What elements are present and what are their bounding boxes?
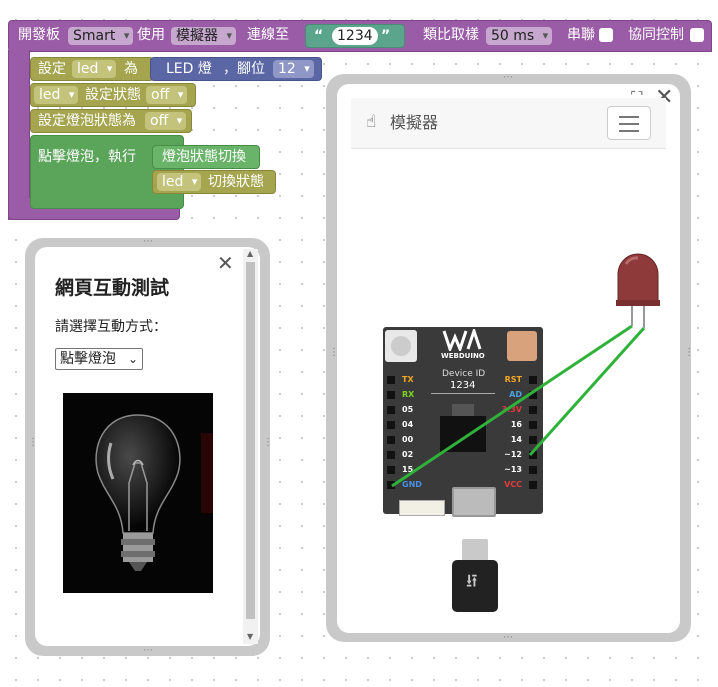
use-label: 使用 bbox=[137, 27, 165, 43]
simulator-bottom-grip[interactable]: ⋯ bbox=[503, 633, 513, 643]
wire-12 bbox=[528, 326, 646, 457]
simulator-top-grip[interactable]: ⋯ bbox=[503, 73, 513, 83]
state-var-dropdown[interactable]: led bbox=[34, 86, 79, 104]
pin-dropdown[interactable]: 12 bbox=[273, 60, 314, 78]
led-rim bbox=[616, 300, 660, 306]
hamburger-icon bbox=[619, 116, 639, 132]
switch-icon[interactable] bbox=[399, 500, 445, 516]
interaction-top-grip[interactable]: ⋯ bbox=[143, 237, 153, 247]
device-id-input[interactable]: 1234 bbox=[332, 27, 378, 45]
usb-icon: ⭿ bbox=[466, 571, 478, 592]
mode-dropdown[interactable]: 模擬器 bbox=[171, 27, 236, 45]
board-block-body bbox=[8, 50, 30, 220]
collab-label: 協同控制 bbox=[628, 27, 684, 43]
select-chevron-down-icon: ⌄ bbox=[127, 352, 138, 366]
collab-checkbox[interactable] bbox=[690, 28, 704, 42]
toggle-var-dropdown[interactable]: led bbox=[157, 173, 202, 191]
usb-cable-connector[interactable]: ⭿ bbox=[452, 560, 498, 612]
connect-label: 連線至 bbox=[247, 27, 289, 43]
simulator-left-grip[interactable]: ⋮ bbox=[329, 348, 339, 358]
light-bulb-image[interactable] bbox=[63, 393, 213, 593]
bulb-state-dropdown[interactable]: off bbox=[145, 112, 187, 130]
wiring-svg bbox=[391, 253, 660, 488]
interaction-bottom-grip[interactable]: ⋯ bbox=[143, 646, 153, 656]
set-var-dropdown[interactable]: led bbox=[72, 60, 117, 78]
board-type-dropdown[interactable]: Smart bbox=[68, 27, 134, 45]
scroll-thumb[interactable] bbox=[246, 262, 255, 619]
serial-label: 串聯 bbox=[567, 27, 595, 43]
toggle-action-label: 切換狀態 bbox=[208, 174, 264, 190]
toggle-label: 燈泡狀態切換 bbox=[162, 149, 246, 165]
serial-checkbox[interactable] bbox=[599, 28, 613, 42]
scroll-up-icon[interactable]: ▲ bbox=[247, 249, 253, 258]
interaction-right-grip[interactable]: ⋮ bbox=[263, 438, 273, 448]
interaction-left-grip[interactable]: ⋮ bbox=[28, 438, 38, 448]
pointer-hand-icon: ☝ bbox=[366, 112, 377, 132]
interaction-title: 網頁互動測試 bbox=[55, 277, 170, 299]
click-event-label: 點擊燈泡，執行 bbox=[38, 149, 136, 165]
interaction-scrollbar[interactable]: ▲ ▼ bbox=[243, 249, 258, 644]
state-value-dropdown[interactable]: off bbox=[146, 86, 188, 104]
simulator-right-grip[interactable]: ⋮ bbox=[684, 348, 694, 358]
state-label: 設定狀態 bbox=[85, 87, 141, 103]
as-label: 為 bbox=[124, 61, 138, 77]
set-label: 設定 bbox=[38, 61, 66, 77]
sample-rate-dropdown[interactable]: 50 ms bbox=[486, 27, 553, 45]
menu-button[interactable] bbox=[607, 106, 651, 140]
open-quote-icon: “ bbox=[314, 28, 324, 44]
sample-label: 類比取樣 bbox=[423, 27, 479, 43]
scroll-down-icon[interactable]: ▼ bbox=[247, 632, 253, 641]
wire-gnd bbox=[391, 324, 633, 488]
pin-label: ，腳位 bbox=[223, 61, 265, 77]
interaction-close-icon[interactable]: ✕ bbox=[217, 252, 234, 274]
led-bulb-icon bbox=[617, 253, 659, 305]
simulator-title: 模擬器 bbox=[390, 113, 439, 132]
interaction-prompt: 請選擇互動方式： bbox=[55, 319, 167, 335]
close-quote-icon: ” bbox=[381, 28, 391, 44]
bulb-state-label: 設定燈泡狀態為 bbox=[38, 113, 136, 129]
board-block-prefix: 開發板 bbox=[18, 27, 60, 43]
interaction-mode-value: 點擊燈泡 bbox=[60, 351, 116, 367]
component-label: LED 燈 bbox=[166, 61, 212, 77]
interaction-mode-select[interactable]: 點擊燈泡 ⌄ bbox=[55, 348, 143, 370]
